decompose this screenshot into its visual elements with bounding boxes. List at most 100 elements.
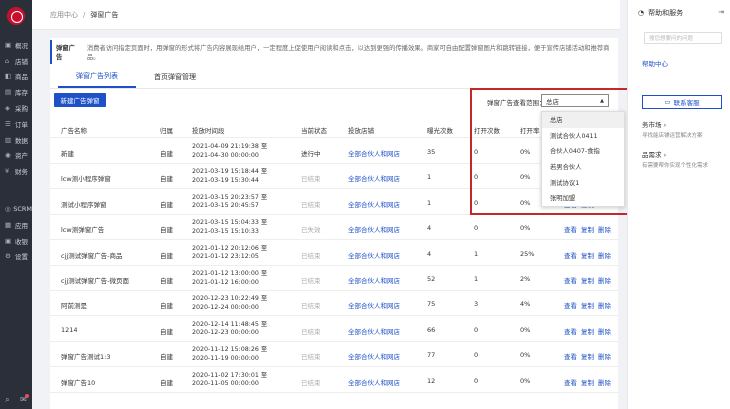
ad-status: 已结束 [301, 251, 321, 260]
ad-name: 弹窗广告测试1:3 [61, 353, 111, 362]
ad-owner: 自建 [160, 226, 173, 235]
ad-time-start: 2021-03-15 20:23:57 至 [192, 193, 268, 201]
dropdown-option[interactable]: 若男合伙人 [542, 159, 624, 175]
ad-rate: 0% [520, 325, 531, 334]
ad-store-link[interactable]: 全部合伙人和网店 [348, 173, 400, 183]
help-center-link[interactable]: 帮助中心 [642, 58, 730, 68]
sidebar-item-label: 设置 [15, 253, 28, 262]
action-view-link[interactable]: 查看 [564, 275, 577, 285]
action-copy-link[interactable]: 复制 [581, 250, 594, 260]
action-delete-link[interactable]: 删除 [598, 326, 611, 336]
dropdown-option[interactable]: 合伙人0407-食指 [542, 143, 624, 159]
action-view-link[interactable]: 查看 [564, 224, 577, 234]
sidebar-item-3[interactable]: ⚙ 设置 [0, 249, 32, 265]
sidebar-item-8[interactable]: ¥ 财务 [0, 163, 32, 179]
action-view-link[interactable]: 查看 [564, 300, 577, 310]
help-icon: ◔ [638, 9, 645, 17]
action-view-link[interactable]: 查看 [564, 351, 577, 361]
caret-up-icon: ▲ [600, 97, 604, 104]
ad-store-link[interactable]: 全部合伙人和网店 [348, 326, 400, 336]
action-copy-link[interactable]: 复制 [581, 351, 594, 361]
action-view-link[interactable]: 查看 [564, 326, 577, 336]
ad-owner: 自建 [160, 175, 173, 184]
ad-time-range: 2021-04-09 21:19:38 至 2021-04-30 00:00:00 [192, 143, 267, 160]
sidebar-item-2[interactable]: ◧ 商品 [0, 69, 32, 85]
dropdown-option[interactable]: 测试协议1 [542, 174, 624, 190]
dropdown-option[interactable]: 总店 [542, 112, 624, 128]
range-select[interactable]: 总店 ▲ [541, 94, 609, 107]
col-time: 投放时间段 [192, 127, 225, 135]
ad-store-link[interactable]: 全部合伙人和网店 [348, 377, 400, 387]
dropdown-option[interactable]: 张明加盟 [542, 190, 624, 206]
help-section-title[interactable]: 务市场 › [642, 119, 730, 129]
message-icon[interactable]: ✉ [20, 394, 29, 405]
ad-name: lcw测小程序弹窗 [61, 175, 111, 184]
action-copy-link[interactable]: 复制 [581, 224, 594, 234]
sidebar-item-4[interactable]: ◈ 采购 [0, 100, 32, 116]
collapse-icon[interactable]: ⇥ [718, 8, 724, 16]
ad-opens: 1 [474, 275, 479, 283]
ad-store-link[interactable]: 全部合伙人和网店 [348, 275, 400, 285]
ad-owner: 自建 [160, 200, 173, 209]
sidebar-item-6[interactable]: ▥ 数据 [0, 132, 32, 148]
sidebar-item-5[interactable]: ☰ 订单 [0, 116, 32, 132]
tab-home-popup[interactable]: 首页弹窗管理 [136, 66, 214, 88]
ad-time-end: 2021-03-15 15:10:33 [192, 227, 259, 235]
ad-rate: 25% [520, 249, 535, 258]
brand-logo[interactable] [7, 7, 25, 25]
contact-service-button[interactable]: ▭ 联系客服 [642, 95, 722, 109]
ad-rate: 0% [520, 198, 531, 207]
sidebar-item-7[interactable]: ◉ 资产 [0, 148, 32, 164]
sidebar-item-label: 商品 [15, 73, 28, 82]
ad-name: 1214 [61, 325, 78, 334]
ad-time-range: 2021-01-12 20:12:06 至 2021-01-12 23:12:05 [192, 245, 267, 262]
action-delete-link[interactable]: 删除 [598, 275, 611, 285]
ad-name: 测试小程序弹窗 [61, 200, 107, 209]
ad-status: 已结束 [301, 302, 321, 311]
action-copy-link[interactable]: 复制 [581, 377, 594, 387]
ad-owner: 自建 [160, 302, 173, 311]
action-delete-link[interactable]: 删除 [598, 224, 611, 234]
sidebar-item-label: 概况 [15, 41, 28, 50]
ad-rate: 0% [520, 148, 531, 156]
action-delete-link[interactable]: 删除 [598, 351, 611, 361]
sidebar-item-3[interactable]: ▤ 库存 [0, 84, 32, 100]
ad-rate: 0% [520, 351, 531, 360]
asset-icon: ◉ [5, 151, 11, 160]
ad-store-link[interactable]: 全部合伙人和网店 [348, 224, 400, 234]
ad-name: 新建 [61, 150, 74, 158]
action-view-link[interactable]: 查看 [564, 377, 577, 387]
sidebar-item-1[interactable]: ▦ 应用 [0, 217, 32, 233]
sidebar-item-0[interactable]: ▣ 概况 [0, 37, 32, 53]
ad-store-link[interactable]: 全部合伙人和网店 [348, 250, 400, 260]
sidebar-item-label: 应用 [15, 221, 28, 230]
sidebar-item-1[interactable]: ⌂ 店铺 [0, 53, 32, 69]
ad-time-start: 2021-01-12 13:00:00 至 [192, 270, 268, 277]
help-section-title[interactable]: 品需求 › [642, 149, 730, 159]
ad-store-link[interactable]: 全部合伙人和网店 [348, 351, 400, 361]
new-ad-button[interactable]: 新建广告弹窗 [54, 93, 106, 107]
breadcrumb-home[interactable]: 应用中心 [50, 10, 78, 20]
action-copy-link[interactable]: 复制 [581, 300, 594, 310]
action-delete-link[interactable]: 删除 [598, 377, 611, 387]
finance-icon: ¥ [5, 167, 10, 176]
ad-store-link[interactable]: 全部合伙人和网店 [348, 148, 400, 158]
table-header: 广告名称 归属 投放时间段 当前状态 投放店铺 曝光次数 打开次数 打开率 [50, 118, 618, 138]
col-opens: 打开次数 [474, 127, 500, 135]
search-icon[interactable]: ⌕ [5, 395, 9, 405]
dropdown-option[interactable]: 测试合伙人0411 [542, 128, 624, 144]
sidebar-item-2[interactable]: ▣ 收银 [0, 233, 32, 249]
action-copy-link[interactable]: 复制 [581, 326, 594, 336]
action-delete-link[interactable]: 删除 [598, 250, 611, 260]
tab-ad-list[interactable]: 弹窗广告列表 [58, 66, 136, 88]
sidebar-item-0[interactable]: ◎ SCRM [0, 201, 32, 217]
ad-store-link[interactable]: 全部合伙人和网店 [348, 199, 400, 209]
ad-time-end: 2020-12-23 00:00:00 [192, 329, 259, 337]
action-copy-link[interactable]: 复制 [581, 275, 594, 285]
tab-bar: 弹窗广告列表 首页弹窗管理 [50, 67, 618, 89]
ad-opens: 3 [474, 300, 479, 309]
action-view-link[interactable]: 查看 [564, 250, 577, 260]
action-delete-link[interactable]: 删除 [598, 300, 611, 310]
ad-store-link[interactable]: 全部合伙人和网店 [348, 300, 400, 310]
help-search-input[interactable]: 搜您想要问的问题 [644, 32, 722, 44]
